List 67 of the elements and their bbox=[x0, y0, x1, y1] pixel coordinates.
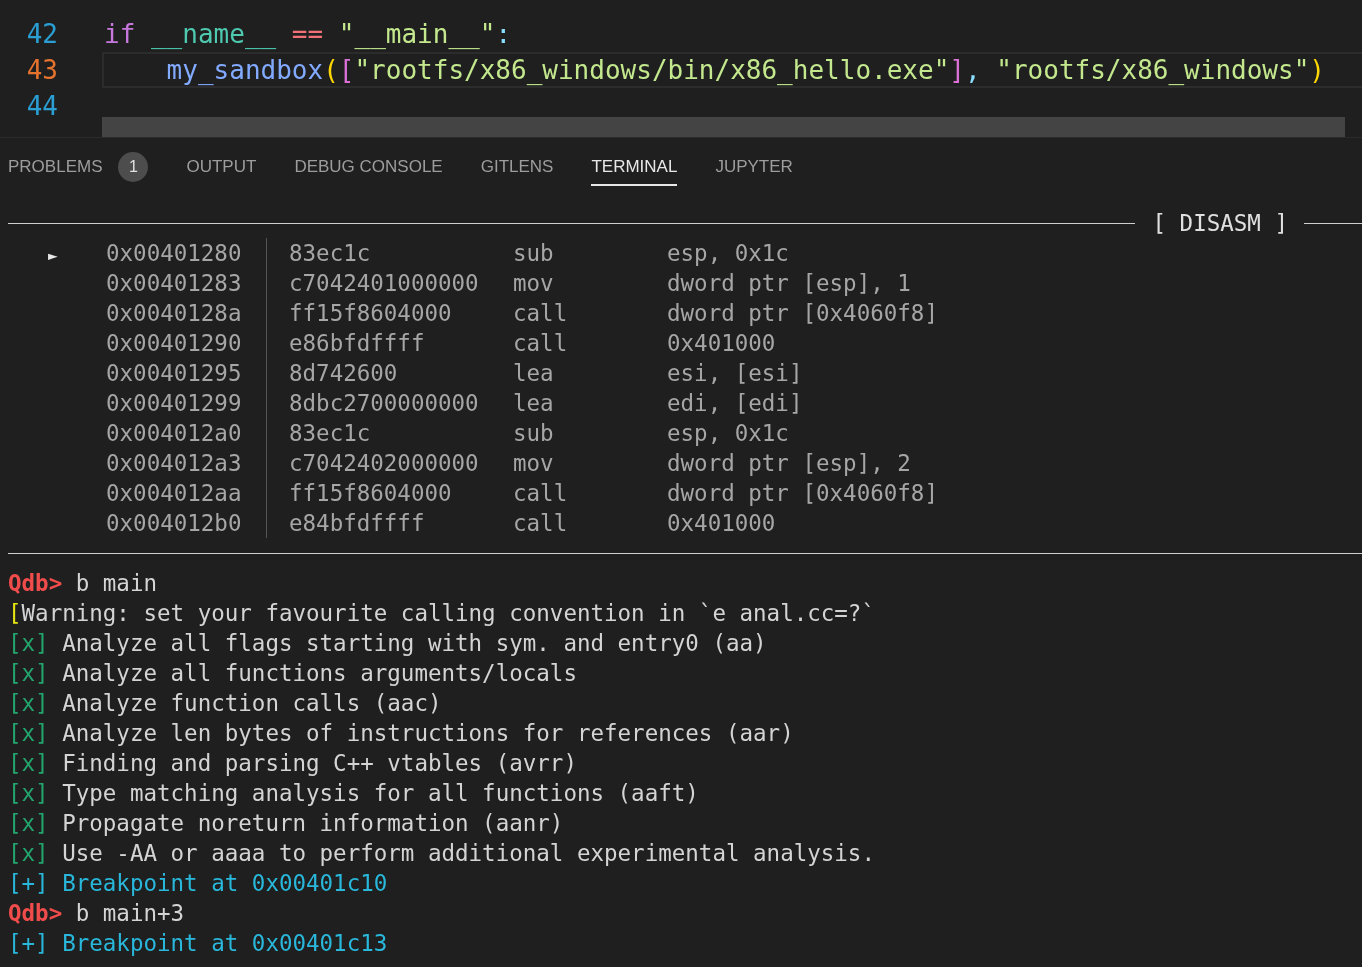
address-cell: 0x004012a3 bbox=[106, 450, 242, 476]
count-badge: 1 bbox=[118, 151, 149, 182]
mnemonic-cell: sub bbox=[513, 240, 554, 266]
bytes-cell: 8d742600 bbox=[289, 360, 398, 386]
terminal-line: [+] Breakpoint at 0x00401c13 bbox=[8, 930, 388, 956]
panel-tab[interactable]: OUTPUT bbox=[186, 148, 257, 186]
operand-cell: esi, [esi] bbox=[667, 360, 803, 386]
bytes-cell: e84bfdffff bbox=[289, 510, 425, 536]
panel-tab[interactable]: PROBLEMS 1 bbox=[8, 148, 149, 186]
terminal-line: [x] Type matching analysis for all functions (aaft) bbox=[8, 780, 699, 806]
pointer-marker: ► bbox=[48, 246, 58, 265]
panel-tab[interactable]: GITLENS bbox=[480, 148, 554, 186]
terminal-line: Qdb> b main bbox=[8, 570, 157, 596]
address-cell: 0x00401295 bbox=[106, 360, 242, 386]
mnemonic-cell: call bbox=[513, 510, 568, 536]
mnemonic-cell: sub bbox=[513, 420, 554, 446]
line-number: 44 bbox=[25, 90, 58, 123]
address-cell: 0x0040128a bbox=[106, 300, 242, 326]
bytes-cell: 83ec1c bbox=[289, 240, 371, 266]
terminal-line: [Warning: set your favourite calling convention in `e anal.cc=?` bbox=[8, 600, 875, 626]
bytes-cell: 83ec1c bbox=[289, 420, 371, 446]
terminal-line: [x] Propagate noreturn information (aanr) bbox=[8, 810, 564, 836]
terminal-line: [+] Breakpoint at 0x00401c10 bbox=[8, 870, 388, 896]
address-cell: 0x004012a0 bbox=[106, 420, 242, 446]
panel-tab[interactable]: DEBUG CONSOLE bbox=[294, 148, 443, 186]
mnemonic-cell: mov bbox=[513, 450, 554, 476]
operand-cell: edi, [edi] bbox=[667, 390, 803, 416]
line-number: 43 bbox=[25, 54, 58, 87]
operand-cell: esp, 0x1c bbox=[667, 420, 789, 446]
terminal-line: [x] Finding and parsing C++ vtables (avrr) bbox=[8, 750, 577, 776]
address-cell: 0x00401290 bbox=[106, 330, 242, 356]
terminal-line: [x] Analyze all functions arguments/locals bbox=[8, 660, 577, 686]
operand-cell: dword ptr [esp], 2 bbox=[667, 450, 911, 476]
line-number: 42 bbox=[25, 18, 58, 51]
operand-cell: esp, 0x1c bbox=[667, 240, 789, 266]
operand-cell: dword ptr [0x4060f8] bbox=[667, 300, 938, 326]
operand-cell: 0x401000 bbox=[667, 330, 776, 356]
operand-cell: dword ptr [0x4060f8] bbox=[667, 480, 938, 506]
address-cell: 0x00401283 bbox=[106, 270, 242, 296]
address-cell: 0x004012aa bbox=[106, 480, 242, 506]
terminal-line: Qdb> b main+3 bbox=[8, 900, 185, 926]
bytes-cell: c7042401000000 bbox=[289, 270, 479, 296]
mnemonic-cell: call bbox=[513, 300, 568, 326]
terminal-line: [x] Use -AA or aaaa to perform additional experimental analysis. bbox=[8, 840, 875, 866]
bytes-cell: c7042402000000 bbox=[289, 450, 479, 476]
panel-tab[interactable]: JUPYTER bbox=[715, 148, 793, 186]
terminal-line: [x] Analyze all flags starting with sym. and entry0 (aa) bbox=[8, 630, 767, 656]
bytes-cell: ff15f8604000 bbox=[289, 300, 452, 326]
bytes-cell: 8dbc2700000000 bbox=[289, 390, 479, 416]
address-cell: 0x004012b0 bbox=[106, 510, 242, 536]
code-line: my_sandbox(["rootfs/x86_windows/bin/x86_hello.exe"], "rootfs/x86_windows") bbox=[102, 52, 1362, 88]
address-cell: 0x00401280 bbox=[106, 240, 242, 266]
terminal-line: [x] Analyze function calls (aac) bbox=[8, 690, 442, 716]
mnemonic-cell: mov bbox=[513, 270, 554, 296]
panel-tab[interactable]: TERMINAL bbox=[591, 148, 678, 186]
mnemonic-cell: lea bbox=[513, 390, 554, 416]
mnemonic-cell: call bbox=[513, 330, 568, 356]
mnemonic-cell: call bbox=[513, 480, 568, 506]
bytes-cell: e86bfdffff bbox=[289, 330, 425, 356]
bytes-cell: ff15f8604000 bbox=[289, 480, 452, 506]
operand-cell: 0x401000 bbox=[667, 510, 776, 536]
section-title: [ DISASM ] bbox=[1152, 210, 1288, 236]
operand-cell: dword ptr [esp], 1 bbox=[667, 270, 911, 296]
terminal-line: [x] Analyze len bytes of instructions for references (aar) bbox=[8, 720, 794, 746]
mnemonic-cell: lea bbox=[513, 360, 554, 386]
address-cell: 0x00401299 bbox=[106, 390, 242, 416]
code-line: if __name__ == "__main__": bbox=[103, 18, 513, 51]
